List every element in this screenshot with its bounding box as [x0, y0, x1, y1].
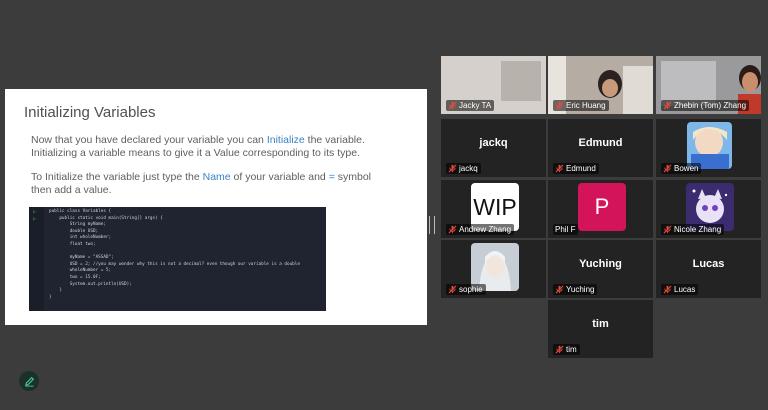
participant-name-label: Edmund [553, 163, 599, 174]
participant-name-label: Phil F [553, 224, 579, 235]
participant-tile[interactable]: Edmund Edmund [548, 119, 653, 177]
code-line: myName = "ASSAD"; [49, 255, 114, 261]
run-icon: ▷ [33, 216, 37, 222]
mic-off-icon [663, 101, 672, 110]
code-line: float two; [49, 242, 96, 247]
mic-off-icon [555, 285, 564, 294]
annotate-button[interactable] [19, 371, 39, 391]
shared-slide: Initializing Variables Now that you have… [5, 89, 427, 325]
participant-display-name: tim [592, 318, 609, 330]
mic-off-icon [555, 345, 564, 354]
participant-name-label: jackq [446, 163, 481, 174]
participant-display-name: Lucas [692, 258, 725, 270]
mic-off-icon [555, 101, 564, 110]
participant-tile[interactable]: Nicole Zhang [656, 180, 761, 238]
participant-tile-active-speaker[interactable]: Zhebin (Tom) Zhang [656, 56, 761, 114]
participant-display-name: Yuching [579, 258, 622, 270]
participant-display-name: jackq [479, 137, 508, 149]
participant-name-label: Bowen [661, 163, 702, 174]
mic-off-icon [663, 225, 672, 234]
code-line: } [49, 294, 52, 300]
code-line: wholeNumber = 5; [49, 268, 112, 274]
code-line: int wholeNumber; [49, 235, 112, 241]
participant-display-name: Edmund [578, 137, 623, 149]
participant-name-label: Lucas [661, 284, 699, 295]
participant-tile[interactable]: Eric Huang [548, 56, 653, 114]
mic-off-icon [555, 164, 564, 173]
code-line: public class Variables { [49, 209, 112, 214]
mic-off-icon [663, 164, 672, 173]
slide-title: Initializing Variables [24, 104, 156, 121]
participant-tile[interactable]: P Phil F [548, 180, 653, 238]
resize-handle[interactable] [429, 216, 435, 234]
participant-name-label: Eric Huang [553, 100, 609, 111]
participant-name-label: Yuching [553, 284, 598, 295]
mic-off-icon [448, 101, 457, 110]
participant-tile[interactable]: tim tim [548, 300, 653, 358]
code-line: } [49, 288, 62, 294]
mic-off-icon [448, 164, 457, 173]
participant-name-label: Nicole Zhang [661, 224, 725, 235]
participant-name-label: tim [553, 344, 580, 355]
participant-tile[interactable]: jackq jackq [441, 119, 546, 177]
mic-off-icon [448, 225, 457, 234]
participant-tile[interactable]: Yuching Yuching [548, 240, 653, 298]
code-gutter: ▷ ▷ [29, 207, 44, 311]
slide-paragraph-2: To Initialize the variable just type the… [31, 171, 372, 196]
participant-name-label: Zhebin (Tom) Zhang [661, 100, 750, 111]
code-line: String myName; [49, 222, 106, 228]
pencil-icon [24, 376, 34, 387]
avatar [687, 122, 732, 169]
run-icon: ▷ [33, 209, 37, 215]
mic-off-icon [663, 285, 672, 294]
mic-off-icon [448, 285, 457, 294]
slide-paragraph-1: Now that you have declared your variable… [31, 134, 365, 159]
participant-tile[interactable]: Lucas Lucas [656, 240, 761, 298]
code-screenshot: ▷ ▷ public class Variables { public stat… [29, 207, 326, 311]
avatar: P [578, 183, 626, 231]
participant-tile[interactable]: Jacky TA [441, 56, 546, 114]
participant-tile[interactable]: WIP Andrew Zhang [441, 180, 546, 238]
code-line: two = 15.0F; [49, 275, 101, 280]
participant-tile[interactable]: sophie [441, 240, 546, 298]
participant-name-label: Jacky TA [446, 100, 495, 111]
participant-name-label: Andrew Zhang [446, 224, 515, 235]
participant-name-label: sophie [446, 284, 486, 295]
participant-tile[interactable]: Bowen [656, 119, 761, 177]
